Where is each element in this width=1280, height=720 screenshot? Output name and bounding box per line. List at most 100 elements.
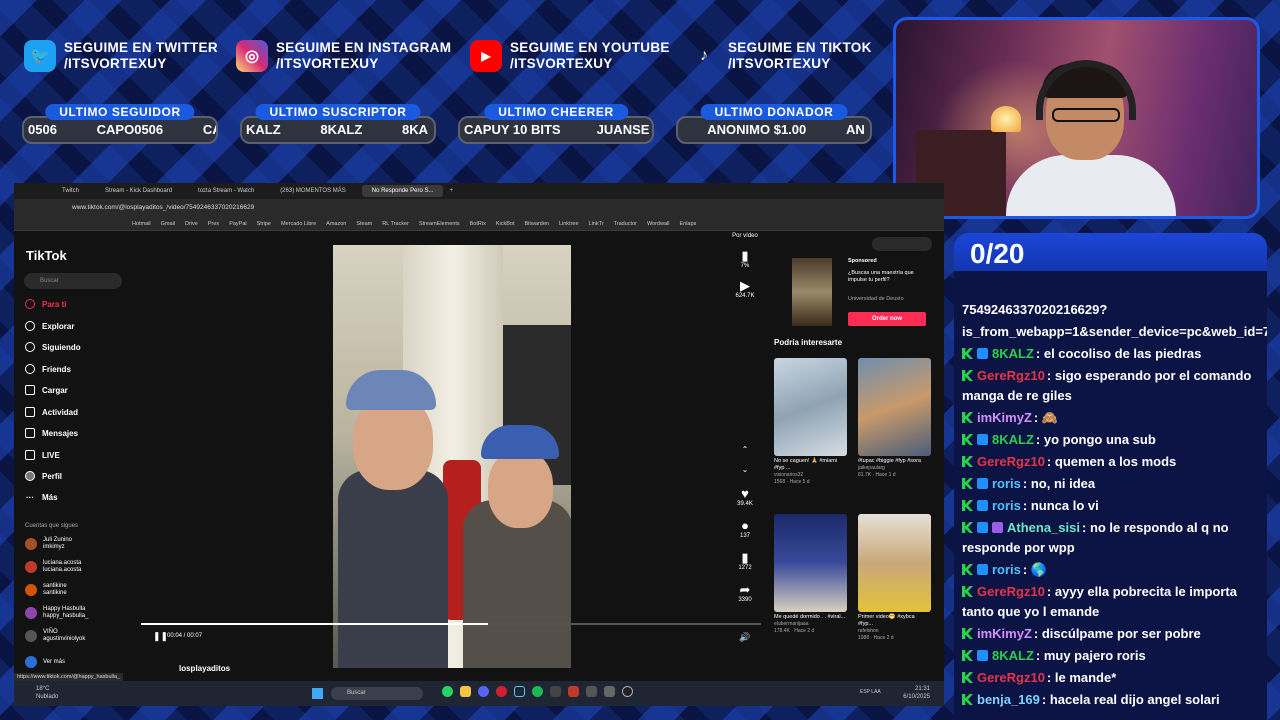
- browser-tab-active[interactable]: No Responde Pero S...: [361, 185, 444, 197]
- video-player[interactable]: [333, 245, 571, 668]
- chat-username[interactable]: GereRgz10: [977, 670, 1045, 685]
- chat-message: Athena_sisi: no le respondo al q no resp…: [962, 518, 1257, 558]
- calculator-icon[interactable]: [604, 686, 615, 697]
- bookmark[interactable]: Linktree: [559, 217, 579, 230]
- bookmark[interactable]: Steam: [356, 217, 372, 230]
- chat-username[interactable]: imKimyZ: [977, 410, 1032, 425]
- steam-icon[interactable]: [514, 686, 525, 697]
- following-item[interactable]: VIÑO agustinviniolyok: [25, 629, 85, 643]
- following-item[interactable]: Happy Hasbulla happy_hasbulla_: [25, 606, 88, 620]
- following-item[interactable]: luciana.acosta luciana.acosta: [25, 560, 81, 574]
- browser-tab[interactable]: Stream - Kick Dashboard: [95, 185, 182, 197]
- chat-username[interactable]: 8KALZ: [992, 432, 1034, 447]
- share-icon[interactable]: ➦: [740, 583, 751, 596]
- bookmark[interactable]: Prex: [208, 217, 219, 230]
- kick-badge-icon: [962, 456, 973, 467]
- nav-item-explorar[interactable]: Explorar: [25, 321, 74, 331]
- spotify-icon[interactable]: [532, 686, 543, 697]
- windows-start-icon[interactable]: [312, 688, 323, 699]
- following-item[interactable]: santikine santikine: [25, 583, 67, 597]
- new-tab-icon[interactable]: +: [449, 188, 453, 194]
- whatsapp-icon[interactable]: [442, 686, 453, 697]
- rec-card[interactable]: No se caguen! 🙏 #miami #fyp ... visionar…: [774, 358, 847, 486]
- progress-bar[interactable]: [141, 623, 761, 625]
- bookmark[interactable]: Mercado Libre: [281, 217, 316, 230]
- app-icon[interactable]: [586, 686, 597, 697]
- chat-username[interactable]: 8KALZ: [992, 648, 1034, 663]
- taskbar-clock[interactable]: 21:31 6/10/2025: [903, 685, 930, 701]
- chevron-up-icon[interactable]: ⌃: [742, 443, 749, 456]
- bookmark[interactable]: PayPal: [229, 217, 246, 230]
- bookmark[interactable]: BotRix: [470, 217, 486, 230]
- nav-item-perfil[interactable]: Perfil: [25, 471, 62, 481]
- nav-item-mensajes[interactable]: Mensajes: [25, 428, 78, 438]
- bookmark[interactable]: Enlaps: [679, 217, 696, 230]
- heart-icon[interactable]: ♥: [741, 487, 749, 500]
- bookmark[interactable]: StreamElements: [419, 217, 460, 230]
- nav-item-mas[interactable]: ··· Más: [25, 493, 58, 502]
- following-item[interactable]: Juli Zunino imkimyz: [25, 537, 72, 551]
- bookmark[interactable]: Drive: [185, 217, 198, 230]
- nav-label: Perfil: [42, 471, 63, 481]
- weather-widget[interactable]: 18°C Nublado: [36, 685, 58, 701]
- browser-tab[interactable]: Twitch: [52, 185, 89, 197]
- rec-stats: 178.4K · Hace 2 d: [774, 628, 815, 634]
- bookmark[interactable]: Amazon: [326, 217, 346, 230]
- sponsored-ad[interactable]: Sponsored ¿Buscas una maestría que impul…: [786, 258, 944, 326]
- bookmark[interactable]: Bitwarden: [524, 217, 548, 230]
- rec-card[interactable]: Me quedé dormido . . #viral... eluberrna…: [774, 514, 847, 635]
- chat-username[interactable]: roris: [992, 562, 1021, 577]
- browser-tab[interactable]: tozta Stream - Watch: [188, 185, 264, 197]
- bookmark[interactable]: KickBot: [496, 217, 515, 230]
- see-more-label: Ver más: [43, 658, 66, 665]
- nav-item-actividad[interactable]: Actividad: [25, 407, 78, 417]
- language-indicator[interactable]: ESP LAA: [860, 689, 882, 695]
- search-input[interactable]: Buscar: [24, 273, 122, 289]
- bookmark[interactable]: Hotmail: [132, 217, 151, 230]
- bookmark[interactable]: Gmail: [161, 217, 175, 230]
- subscriber-badge-icon: [992, 522, 1003, 533]
- chat-username[interactable]: GereRgz10: [977, 584, 1045, 599]
- nav-item-cargar[interactable]: Cargar: [25, 385, 68, 395]
- rec-card[interactable]: #tupac #biggie #fyp #sora jaikepaularg 8…: [858, 358, 931, 479]
- chat-username[interactable]: roris: [992, 476, 1021, 491]
- obs-icon[interactable]: [622, 686, 633, 697]
- pause-icon[interactable]: ❚❚: [153, 631, 168, 642]
- chat-username[interactable]: roris: [992, 498, 1021, 513]
- browser-tab[interactable]: (263) MOMENTOS MÁS: [270, 185, 356, 197]
- bookmark-icon[interactable]: ▮: [741, 551, 748, 564]
- chat-text: 7549246337020216629?: [962, 302, 1108, 317]
- bookmark[interactable]: Stripe: [257, 217, 271, 230]
- bookmark[interactable]: Traductor: [614, 217, 637, 230]
- chevron-down-icon[interactable]: ⌄: [742, 463, 749, 476]
- author-label[interactable]: losplayaditos: [179, 664, 230, 673]
- nav-item-friends[interactable]: Friends: [25, 364, 71, 374]
- taskbar-search[interactable]: Buscar: [331, 687, 423, 700]
- chat-username[interactable]: benja_169: [977, 692, 1040, 707]
- terminal-icon[interactable]: [550, 686, 561, 697]
- chat-username[interactable]: GereRgz10: [977, 368, 1045, 383]
- bookmark[interactable]: Wordwall: [647, 217, 670, 230]
- address-bar[interactable]: www.tiktok.com/@losplayaditos_/video/754…: [14, 199, 944, 217]
- nav-item-para-ti[interactable]: Para ti: [25, 299, 66, 309]
- app-icon[interactable]: [568, 686, 579, 697]
- see-more-button[interactable]: Ver más: [25, 656, 65, 668]
- tiktok-logo[interactable]: TikTok: [26, 248, 67, 263]
- nav-label: Para ti: [42, 299, 67, 309]
- chat-username[interactable]: Athena_sisi: [1007, 520, 1080, 535]
- chat-username[interactable]: imKimyZ: [977, 626, 1032, 641]
- rec-card[interactable]: Primer video😁 #xybca #fyp... rafelshon 1…: [858, 514, 931, 642]
- order-now-button[interactable]: Order now: [848, 312, 926, 326]
- comment-icon[interactable]: ●: [741, 519, 749, 532]
- bookmark[interactable]: LinkTr: [589, 217, 604, 230]
- file-explorer-icon[interactable]: [460, 686, 471, 697]
- chat-username[interactable]: 8KALZ: [992, 346, 1034, 361]
- chat-message: 7549246337020216629?: [962, 300, 1257, 320]
- chat-username[interactable]: GereRgz10: [977, 454, 1045, 469]
- discord-icon[interactable]: [478, 686, 489, 697]
- nav-item-live[interactable]: LIVE: [25, 450, 60, 460]
- bookmark[interactable]: RL Tracker: [382, 217, 409, 230]
- play-icon[interactable]: ▶: [740, 279, 750, 292]
- opera-icon[interactable]: [496, 686, 507, 697]
- nav-item-siguiendo[interactable]: Siguiendo: [25, 342, 81, 352]
